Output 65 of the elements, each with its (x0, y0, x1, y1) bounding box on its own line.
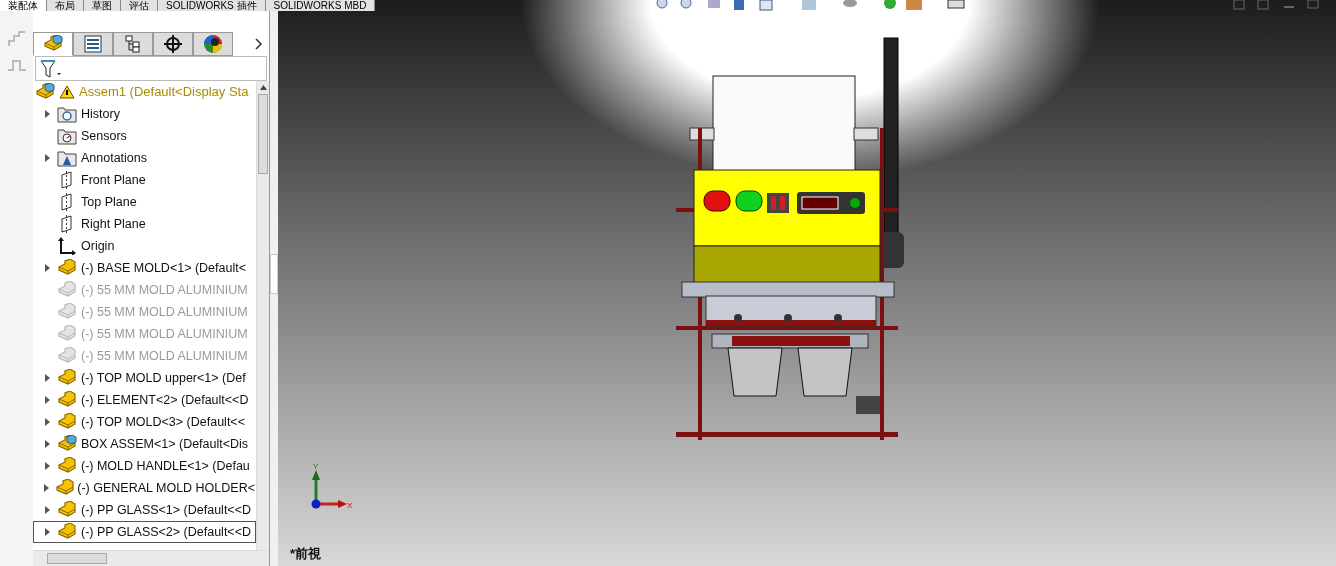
tree-item[interactable]: Origin (33, 235, 256, 257)
part-icon (57, 303, 77, 321)
tree-item[interactable]: (-) GENERAL MOLD HOLDER< (33, 477, 256, 499)
scrollbar-thumb[interactable] (47, 553, 107, 564)
tree-item[interactable]: (-) ELEMENT<2> (Default<<D (33, 389, 256, 411)
panel-tab[interactable] (73, 32, 113, 56)
assembly-icon (43, 35, 63, 53)
tree-item[interactable]: Top Plane (33, 191, 256, 213)
scrollbar-thumb[interactable] (258, 94, 268, 174)
tree-item[interactable]: Front Plane (33, 169, 256, 191)
panel-tab[interactable] (193, 32, 233, 56)
part-icon (54, 479, 75, 497)
part-icon (57, 501, 77, 519)
tree-item[interactable]: History (33, 103, 256, 125)
vertical-scrollbar[interactable] (256, 81, 269, 550)
part-icon (57, 457, 77, 475)
tree-item[interactable]: Annotations (33, 147, 256, 169)
expand-arrow-icon[interactable] (43, 484, 49, 492)
tree-item[interactable]: (-) TOP MOLD upper<1> (Def (33, 367, 256, 389)
gauge-folder-icon (57, 127, 77, 145)
warning-icon (59, 85, 75, 99)
part-icon (57, 391, 77, 409)
filter-icon (40, 58, 62, 79)
part-icon (57, 523, 77, 541)
view-orientation-label: *前視 (290, 545, 322, 563)
tree-item[interactable]: BOX ASSEM<1> (Default<Dis (33, 433, 256, 455)
expand-arrow-icon[interactable] (44, 374, 50, 382)
scroll-up-icon[interactable] (259, 85, 267, 90)
tree-item[interactable]: (-) PP GLASS<2> (Default<<D (33, 521, 256, 543)
part-icon (57, 325, 77, 343)
horizontal-scrollbar[interactable] (33, 550, 269, 566)
expand-arrow-icon[interactable] (44, 506, 50, 514)
chevron-right-icon[interactable] (255, 38, 263, 50)
expand-arrow-icon[interactable] (44, 462, 50, 470)
tree-item[interactable]: (-) PP GLASS<1> (Default<<D (33, 499, 256, 521)
panel-splitter-handle[interactable] (270, 254, 278, 294)
expand-arrow-icon[interactable] (44, 264, 50, 272)
crosshair-icon (164, 35, 182, 53)
part-icon (57, 281, 77, 299)
part-icon (57, 369, 77, 387)
tree-item[interactable]: (-) BASE MOLD<1> (Default< (33, 257, 256, 279)
tree-item[interactable]: (-) TOP MOLD<3> (Default<< (33, 411, 256, 433)
part-icon (57, 413, 77, 431)
expand-arrow-icon[interactable] (44, 396, 50, 404)
expand-arrow-icon[interactable] (44, 154, 50, 162)
filter-field[interactable] (35, 56, 267, 81)
expand-arrow-icon[interactable] (44, 418, 50, 426)
expand-arrow-icon[interactable] (44, 440, 50, 448)
tree-item[interactable]: Right Plane (33, 213, 256, 235)
hierarchy-icon (124, 35, 142, 53)
part-icon (57, 347, 77, 365)
tree-item[interactable]: (-) MOLD HANDLE<1> (Defau (33, 455, 256, 477)
clock-folder-icon (57, 105, 77, 123)
assembly-icon (35, 83, 55, 101)
assembly-icon (57, 435, 77, 453)
part-icon (57, 259, 77, 277)
expand-arrow-icon[interactable] (44, 110, 50, 118)
color-ball-icon (203, 34, 223, 54)
origin-icon (57, 237, 77, 255)
panel-tab[interactable] (153, 32, 193, 56)
list-icon (84, 35, 102, 53)
expand-arrow-icon[interactable] (44, 528, 50, 536)
tree-item[interactable]: Sensors (33, 125, 256, 147)
panel-tab[interactable] (113, 32, 153, 56)
axis-triad-drawing: Y X (306, 462, 354, 512)
